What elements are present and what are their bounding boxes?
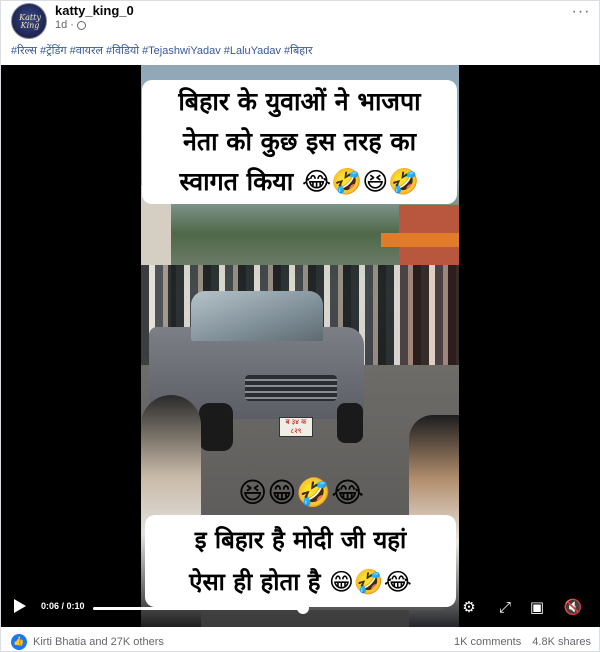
avatar-logo: Katty King	[19, 13, 41, 30]
post-meta: 1d ·	[55, 19, 86, 31]
video-player[interactable]: ब ३४ क ८२९ बिहार के युवाओं ने भाजपा नेता…	[1, 65, 600, 627]
shop-awning	[381, 233, 459, 247]
expand-icon[interactable]: ⤢	[495, 597, 515, 617]
time-display: 0:06 / 0:10	[41, 601, 85, 611]
more-dots-icon[interactable]: ···	[571, 4, 591, 23]
emoji-row: 😆😁🤣😂	[238, 476, 364, 509]
play-icon[interactable]	[11, 596, 29, 616]
hashtag-link[interactable]: #ट्रेंडिंग	[40, 45, 67, 57]
truck-wheel	[199, 403, 233, 451]
picture-in-picture-icon[interactable]: ▣	[527, 597, 547, 617]
volume-muted-icon[interactable]: 🔇	[563, 597, 583, 617]
gear-icon[interactable]: ⚙	[459, 597, 479, 617]
reactions-summary[interactable]: Kirti Bhatia and 27K others	[33, 636, 164, 648]
author-name[interactable]: katty_king_0	[55, 3, 134, 18]
hashtag-link[interactable]: #बिहार	[284, 45, 312, 57]
hashtag-link[interactable]: #विडियो	[106, 45, 139, 57]
progress-track[interactable]	[93, 602, 443, 614]
hashtag-link[interactable]: #TejashwiYadav	[142, 45, 221, 57]
caption-bottom-line: इ बिहार है मोदी जी यहां	[194, 526, 407, 554]
smashed-windshield	[191, 291, 323, 341]
shares-count[interactable]: 4.8K shares	[532, 636, 591, 648]
video-controls: 0:06 / 0:10 ⚙ ⤢ ▣ 🔇	[1, 589, 600, 627]
truck-wheel	[337, 403, 363, 443]
hashtag-link[interactable]: #LaluYadav	[224, 45, 281, 57]
caption-top-line: बिहार के युवाओं ने भाजपा	[178, 87, 421, 116]
license-plate: ब ३४ क ८२९	[279, 417, 313, 437]
post-time[interactable]: 1d	[55, 19, 67, 31]
engagement-counts: 1K comments 4.8K shares	[446, 636, 591, 648]
progress-fill	[93, 607, 303, 610]
hashtag-line: #रिल्स #ट्रेंडिंग #वायरल #विडियो #TejashwiYa…	[11, 43, 315, 58]
engagement-bar: 👍 Kirti Bhatia and 27K others 1K comment…	[11, 633, 591, 651]
meta-separator: ·	[70, 19, 74, 31]
post-header: Katty King katty_king_0 1d · ···	[11, 1, 591, 39]
facebook-post: Katty King katty_king_0 1d · ··· #रिल्स #…	[0, 0, 600, 652]
like-icon: 👍	[11, 634, 27, 650]
truck-grille	[245, 375, 337, 401]
caption-top: बिहार के युवाओं ने भाजपा नेता को कुछ इस …	[142, 80, 457, 204]
author-avatar[interactable]: Katty King	[11, 3, 47, 39]
caption-top-line: नेता को कुछ इस तरह का	[182, 127, 417, 156]
progress-knob[interactable]	[297, 602, 309, 614]
hashtag-link[interactable]: #वायरल	[70, 45, 103, 57]
comments-count[interactable]: 1K comments	[454, 636, 521, 648]
globe-icon	[76, 20, 86, 30]
caption-top-line: स्वागत किया 😂🤣😆🤣	[179, 167, 420, 196]
hashtag-link[interactable]: #रिल्स	[11, 45, 37, 57]
